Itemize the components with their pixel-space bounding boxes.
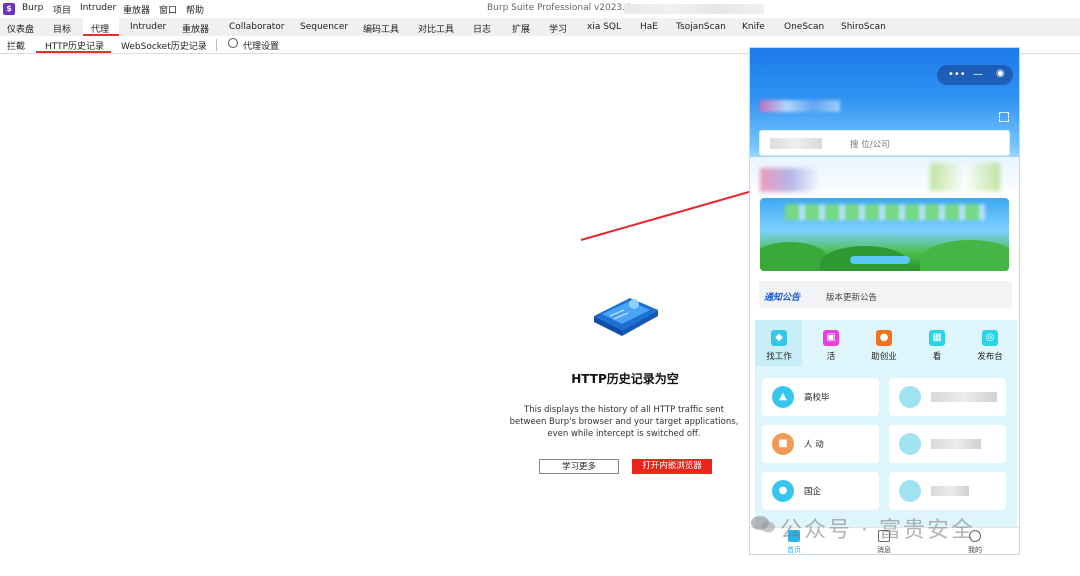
redacted-area [931,392,997,402]
card-label: 人 动 [804,440,824,450]
rocket-icon: ● [876,330,892,346]
service-card[interactable] [889,378,1006,416]
search-bar[interactable]: 搜 位/公司 [759,130,1010,156]
empty-history-icon [594,298,658,336]
category-label: 找工作 [766,352,792,362]
category-label: 发布台 [977,352,1003,362]
card-label: 高校毕 [804,393,830,403]
brand-logo [760,100,840,112]
blurred-icon [899,480,921,502]
learn-more-button[interactable]: 学习更多 [539,459,619,474]
empty-state-title: HTTP历史记录为空 [571,372,679,386]
banner-hill [920,240,1009,271]
category-label: 看 [932,352,942,362]
close-icon[interactable]: ◉ [996,69,1005,79]
notice-text: 版本更新公告 [826,293,878,303]
blurred-icon [899,386,921,408]
send-icon: ◎ [982,330,998,346]
more-icon[interactable]: ••• [948,70,966,80]
redacted-area [931,486,969,496]
category-find-job[interactable]: ◆ 找工作 [753,330,805,362]
wechat-icon [751,516,775,533]
category-4[interactable]: ▦ 看 [911,330,963,362]
promo-banner[interactable] [760,198,1009,271]
search-placeholder: 搜 位/公司 [850,140,890,150]
tab-profile-label: 我的 [968,546,982,554]
notice-bar[interactable]: 通知公告 版本更新公告 [759,281,1012,308]
tab-home-label: 首页 [787,546,801,554]
service-card[interactable] [889,425,1006,463]
service-card[interactable]: ● 国企 [762,472,879,510]
blurred-icon [899,433,921,455]
person-icon: ● [772,480,794,502]
minimize-icon[interactable]: — [973,70,983,80]
redacted-area [760,168,820,192]
category-label: 助创业 [871,352,897,362]
chat-icon: ▣ [823,330,839,346]
redacted-area [931,439,981,449]
location-selector[interactable] [770,138,822,149]
category-label: 活 [826,352,836,362]
phone-screenshot: ••• — ◉ 搜 位/公司 通知公告 版本更新公告 ◆ 找工作 ▣ 活 ● 助… [749,47,1020,555]
briefcase-icon: ◆ [771,330,787,346]
scan-icon[interactable] [999,112,1009,122]
category-2[interactable]: ▣ 活 [805,330,857,362]
calendar-icon: ▦ [929,330,945,346]
category-publish[interactable]: ◎ 发布台 [964,330,1016,362]
service-card[interactable]: ▲ 高校毕 [762,378,879,416]
service-card[interactable]: ■ 人 动 [762,425,879,463]
worker-icon: ■ [772,433,794,455]
notice-tag: 通知公告 [764,293,801,303]
redacted-area [930,163,1000,191]
tab-message-label: 消息 [877,546,891,554]
card-label: 国企 [804,487,822,497]
redacted-area [785,204,985,220]
graduate-icon: ▲ [772,386,794,408]
category-startup[interactable]: ● 助创业 [858,330,910,362]
open-browser-button[interactable]: 打开内嵌浏览器 [632,459,712,474]
service-card[interactable] [889,472,1006,510]
empty-state-description: This displays the history of all HTTP tr… [509,405,739,439]
banner-river [850,256,910,264]
watermark: 公众号 · 富贵安全 [780,518,975,543]
